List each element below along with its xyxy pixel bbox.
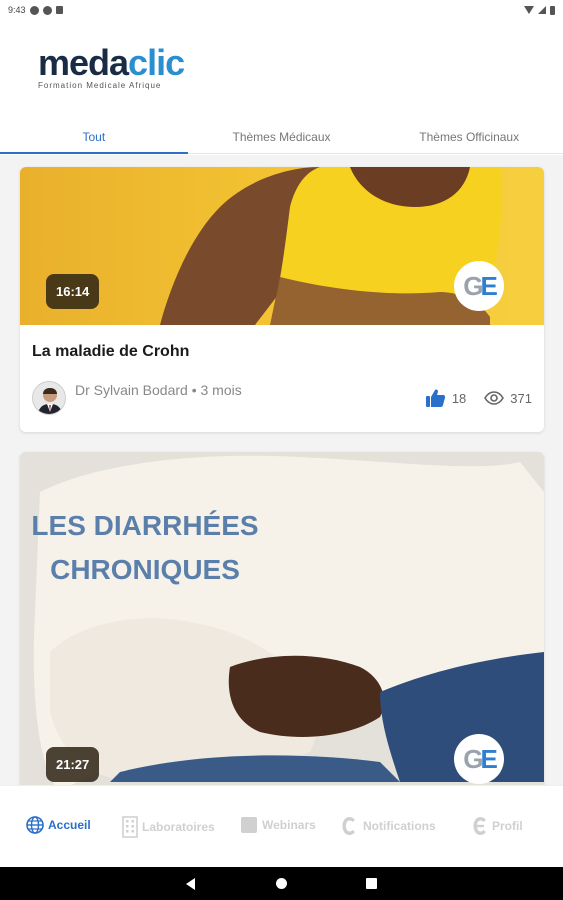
video-card[interactable]: LES DIARRHÉES CHRONIQUES 21:27 GE (20, 452, 544, 785)
author-name-and-date[interactable]: Dr Sylvain Bodard • 3 mois (75, 381, 245, 400)
logo-part1: meda (38, 42, 129, 83)
bottom-navigation: Accueil Laboratoires Webinars Notificati… (0, 785, 563, 867)
logo-wordmark: medaclic (38, 45, 185, 81)
view-stat: 371 (484, 391, 532, 406)
sim-icon (55, 6, 63, 14)
overlay-line-1: LES DIARRHÉES (31, 510, 259, 541)
badge-letter-e: E (480, 270, 497, 301)
channel-badge[interactable]: GE (454, 734, 504, 784)
building-icon (122, 816, 138, 838)
logo-part2: clic (128, 42, 185, 83)
channel-badge[interactable]: GE (454, 261, 504, 311)
bell-icon (342, 817, 355, 835)
nav-item-accueil[interactable]: Accueil (26, 816, 91, 834)
status-bar: 9:43 (0, 0, 563, 20)
badge-letter-g: G (463, 743, 483, 774)
globe-icon (26, 816, 44, 834)
nav-label: Webinars (262, 818, 316, 832)
thumbnail-illustration (20, 452, 544, 785)
author-row: Dr Sylvain Bodard • 3 mois 18 371 (32, 379, 532, 419)
battery-icon (550, 5, 555, 15)
home-icon[interactable] (276, 878, 287, 889)
recent-apps-icon[interactable] (366, 878, 377, 889)
system-navigation-bar (0, 867, 563, 900)
profile-icon (473, 817, 486, 835)
thumbs-up-icon (425, 389, 445, 407)
nav-item-profil[interactable]: Profil (472, 816, 523, 836)
video-card[interactable]: 16:14 GE La maladie de Crohn Dr Sylvain … (20, 167, 544, 432)
nav-item-webinars[interactable]: Webinars (240, 816, 316, 834)
wifi-icon (524, 6, 534, 14)
back-icon[interactable] (186, 878, 195, 890)
like-stat[interactable]: 18 (425, 389, 467, 407)
tab-themes-medicaux[interactable]: Thèmes Médicaux (188, 120, 376, 153)
nav-label: Profil (492, 819, 523, 833)
like-count: 18 (451, 390, 467, 406)
status-right (524, 5, 555, 15)
nav-label: Notifications (363, 819, 436, 833)
author-avatar[interactable] (32, 381, 66, 415)
tab-themes-officinaux[interactable]: Thèmes Officinaux (375, 120, 563, 153)
video-feed[interactable]: 16:14 GE La maladie de Crohn Dr Sylvain … (0, 155, 563, 785)
video-thumbnail[interactable]: 16:14 GE (20, 167, 544, 325)
notification-icon (29, 5, 39, 15)
badge-letter-e: E (480, 743, 497, 774)
video-icon (241, 817, 257, 833)
status-left: 9:43 (8, 5, 63, 15)
video-stats: 18 371 (425, 389, 532, 407)
eye-icon (484, 391, 505, 405)
video-duration: 21:27 (46, 747, 100, 782)
avatar-icon (33, 382, 65, 414)
video-title[interactable]: La maladie de Crohn (32, 343, 189, 361)
app-logo[interactable]: medaclic Formation Medicale Afrique (38, 45, 185, 91)
video-thumbnail[interactable]: LES DIARRHÉES CHRONIQUES 21:27 GE (20, 452, 544, 785)
overlay-line-2: CHRONIQUES (50, 554, 240, 585)
nav-item-laboratoires[interactable]: Laboratoires (122, 816, 215, 838)
view-count: 371 (510, 390, 532, 406)
nav-item-notifications[interactable]: Notifications (341, 816, 436, 836)
status-time: 9:43 (8, 5, 26, 15)
tab-tout[interactable]: Tout (0, 120, 188, 154)
signal-icon (538, 6, 546, 14)
badge-letter-g: G (463, 270, 483, 301)
video-duration: 16:14 (46, 274, 100, 309)
app-header: medaclic Formation Medicale Afrique (0, 20, 563, 120)
thumbnail-overlay-text: LES DIARRHÉES CHRONIQUES (20, 504, 270, 592)
category-tabs: Tout Thèmes Médicaux Thèmes Officinaux (0, 120, 563, 154)
nav-label: Accueil (48, 818, 91, 832)
nav-label: Laboratoires (142, 820, 215, 834)
notification-icon (42, 5, 52, 15)
